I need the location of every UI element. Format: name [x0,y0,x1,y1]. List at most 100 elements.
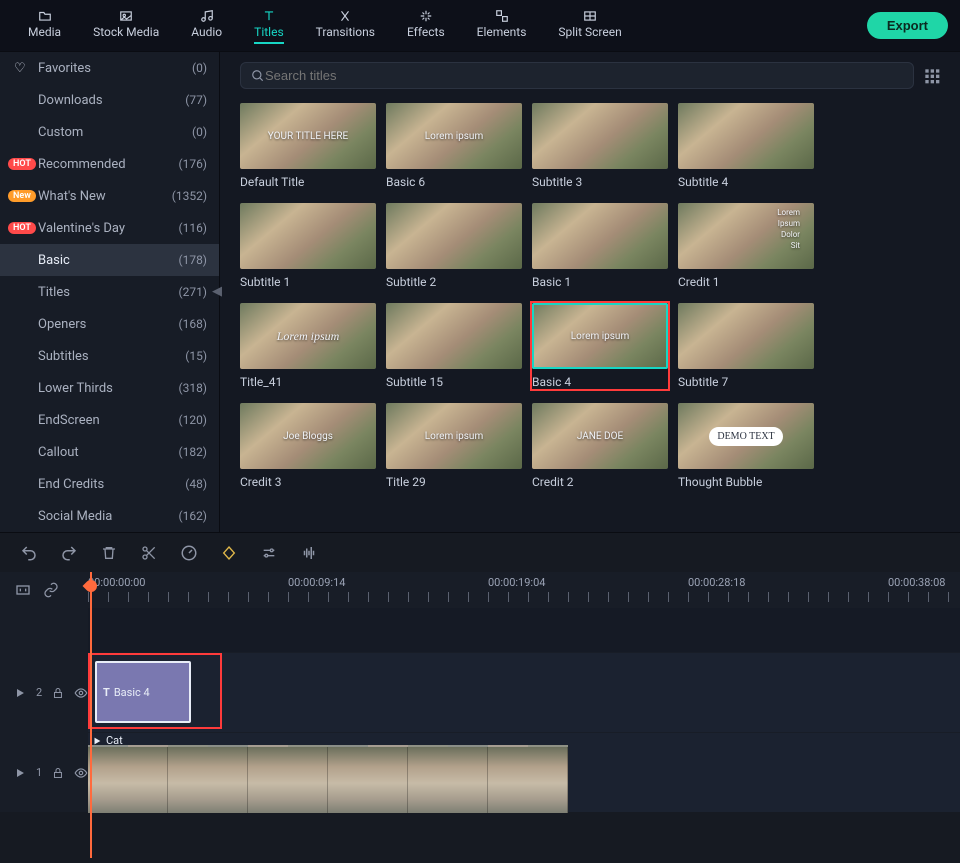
download-icon[interactable] [796,251,810,265]
title-card[interactable]: Subtitle 3 [532,103,668,189]
title-card[interactable]: Subtitle 2 [386,203,522,289]
title-card[interactable]: Subtitle 15 [386,303,522,389]
video-clip[interactable]: Cat [88,733,568,813]
download-icon[interactable] [650,251,664,265]
title-card[interactable]: Lorem ipsumBasic 6 [386,103,522,189]
tab-transitions[interactable]: Transitions [300,3,391,48]
sidebar-item-count: (168) [178,317,207,331]
search-input[interactable] [265,68,903,83]
tab-split-screen[interactable]: Split Screen [542,3,637,48]
folder-icon [36,9,54,23]
title-card[interactable]: LoremIpsumDolorSitCredit 1 [678,203,814,289]
sidebar-item-valentine-s-day[interactable]: HOTValentine's Day(116) [0,212,219,244]
thumbnail: Joe Bloggs [240,403,376,469]
track-1-body[interactable]: Cat [88,733,960,812]
ruler-ticks[interactable] [88,592,956,602]
timecode-1: 00:00:09:14 [288,576,345,589]
thumbnail: Lorem ipsum [532,303,668,369]
panel-resize-handle[interactable]: ◀ [212,284,220,299]
sidebar-item-downloads[interactable]: Downloads(77) [0,84,219,116]
card-label: Thought Bubble [678,475,814,489]
title-card[interactable]: Lorem ipsumTitle 29 [386,403,522,489]
marker-track[interactable] [88,608,960,652]
keyframe-icon[interactable] [220,544,238,562]
download-icon[interactable] [796,451,810,465]
download-icon[interactable] [358,151,372,165]
track-play-icon[interactable] [14,687,26,699]
title-card[interactable]: Lorem ipsumBasic 4 [532,303,668,389]
lock-icon[interactable] [52,687,64,699]
split-icon[interactable] [140,544,158,562]
link-icon[interactable] [42,581,60,599]
title-card[interactable]: Subtitle 1 [240,203,376,289]
export-button[interactable]: Export [867,12,948,39]
download-icon[interactable] [504,251,518,265]
sidebar-item-label: Titles [38,285,178,300]
sidebar-item-openers[interactable]: Openers(168) [0,308,219,340]
download-icon[interactable] [650,451,664,465]
title-card[interactable]: Subtitle 7 [678,303,814,389]
download-icon[interactable] [504,151,518,165]
download-icon[interactable] [796,151,810,165]
title-card[interactable]: Basic 1 [532,203,668,289]
download-icon[interactable] [358,351,372,365]
tab-audio[interactable]: Audio [175,3,238,48]
sidebar-item-custom[interactable]: Custom(0) [0,116,219,148]
sidebar-item-subtitles[interactable]: Subtitles(15) [0,340,219,372]
title-card[interactable]: DEMO TEXTThought Bubble [678,403,814,489]
download-icon[interactable] [358,251,372,265]
title-card[interactable]: Lorem ipsumTitle_41 [240,303,376,389]
grid-view-icon[interactable] [924,68,940,84]
sidebar-item-social-media[interactable]: Social Media(162) [0,500,219,532]
title-card[interactable]: Joe BloggsCredit 3 [240,403,376,489]
sidebar-item-label: Subtitles [38,349,185,364]
tab-media[interactable]: Media [12,3,77,48]
undo-icon[interactable] [20,544,38,562]
sidebar-item-label: EndScreen [38,413,178,428]
sidebar-item-titles[interactable]: Titles(271) [0,276,219,308]
thumb-overlay-text: YOUR TITLE HERE [262,131,354,142]
settings-icon[interactable] [260,544,278,562]
speed-icon[interactable] [180,544,198,562]
sidebar-item-count: (178) [178,253,207,267]
sidebar-item-callout[interactable]: Callout(182) [0,436,219,468]
sidebar-item-favorites[interactable]: ♡Favorites(0) [0,52,219,84]
sidebar-item-recommended[interactable]: HOTRecommended(176) [0,148,219,180]
delete-icon[interactable] [100,544,118,562]
sidebar-item-basic[interactable]: Basic(178) [0,244,219,276]
download-icon[interactable] [504,351,518,365]
audio-icon[interactable] [300,544,318,562]
redo-icon[interactable] [60,544,78,562]
lock-icon[interactable] [52,767,64,779]
download-icon[interactable] [650,151,664,165]
search-field[interactable] [240,62,914,89]
download-icon[interactable] [358,451,372,465]
title-card[interactable]: YOUR TITLE HEREDefault Title [240,103,376,189]
sidebar-item-endscreen[interactable]: EndScreen(120) [0,404,219,436]
track-2-number: 2 [36,686,42,699]
sidebar-item-what-s-new[interactable]: NewWhat's New(1352) [0,180,219,212]
download-icon[interactable] [504,451,518,465]
title-card[interactable]: Subtitle 4 [678,103,814,189]
tab-elements[interactable]: Elements [461,3,543,48]
tab-stock-media[interactable]: Stock Media [77,3,175,48]
auto-fit-icon[interactable] [14,581,32,599]
thumbnail: YOUR TITLE HERE [240,103,376,169]
track-2-body[interactable]: TBasic 4 [88,653,960,732]
sidebar-item-end-credits[interactable]: End Credits(48) [0,468,219,500]
sidebar-item-lower-thirds[interactable]: Lower Thirds(318) [0,372,219,404]
tab-label: Stock Media [93,25,159,42]
title-card[interactable]: JANE DOECredit 2 [532,403,668,489]
eye-icon[interactable] [74,686,88,700]
tab-effects[interactable]: Effects [391,3,461,48]
sidebar-item-label: Valentine's Day [38,221,178,236]
eye-icon[interactable] [74,766,88,780]
download-icon[interactable] [650,351,664,365]
title-clip[interactable]: TBasic 4 [95,661,191,723]
card-label: Subtitle 1 [240,275,376,289]
thumb-overlay-text: JANE DOE [571,431,629,442]
download-icon[interactable] [796,351,810,365]
tab-titles[interactable]: Titles [238,3,299,48]
track-play-icon[interactable] [14,767,26,779]
playhead[interactable] [90,572,92,858]
